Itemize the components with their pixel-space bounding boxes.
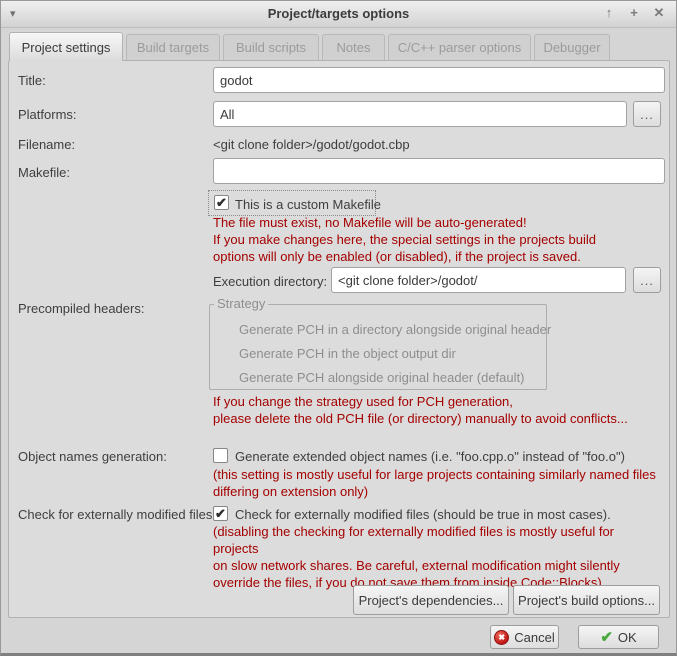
- extended-object-names-checkbox-label[interactable]: Generate extended object names (i.e. "fo…: [235, 449, 625, 464]
- tab-debugger[interactable]: Debugger: [534, 34, 610, 60]
- pch-strategy-radio-alongside-default-label: Generate PCH alongside original header (…: [239, 370, 524, 385]
- ok-check-icon: ✔: [600, 630, 613, 645]
- execution-directory-browse-button[interactable]: ...: [633, 267, 661, 293]
- external-check-checkbox[interactable]: ✔: [213, 506, 228, 521]
- tab-notes[interactable]: Notes: [322, 34, 385, 60]
- title-label: Title:: [18, 73, 46, 88]
- extended-object-names-checkbox[interactable]: [213, 448, 228, 463]
- ok-button-label: OK: [618, 630, 637, 645]
- external-check-warning-text: (disabling the checking for externally m…: [213, 523, 663, 591]
- project-targets-options-dialog: ▾ Project/targets options ↑ + ✕ Project …: [0, 0, 677, 656]
- precompiled-headers-label: Precompiled headers:: [18, 301, 144, 316]
- window-title: Project/targets options: [1, 6, 676, 21]
- maximize-window-icon[interactable]: +: [627, 5, 641, 21]
- pch-strategy-radio-dir-alongside-label: Generate PCH in a directory alongside or…: [239, 322, 551, 337]
- custom-makefile-checkbox-label[interactable]: This is a custom Makefile: [235, 197, 381, 212]
- pch-strategy-group-label: Strategy: [214, 296, 268, 311]
- tab-project-settings[interactable]: Project settings: [9, 32, 123, 61]
- platforms-browse-button[interactable]: ...: [633, 101, 661, 127]
- shade-window-icon[interactable]: ↑: [602, 5, 616, 21]
- platforms-input[interactable]: [213, 101, 627, 127]
- project-build-options-button[interactable]: Project's build options...: [513, 585, 660, 615]
- close-window-icon[interactable]: ✕: [652, 5, 666, 21]
- external-check-label: Check for externally modified files:: [18, 507, 216, 522]
- tab-build-targets[interactable]: Build targets: [126, 34, 220, 60]
- platforms-label: Platforms:: [18, 107, 77, 122]
- cancel-button[interactable]: ✖ Cancel: [490, 625, 559, 649]
- titlebar[interactable]: ▾ Project/targets options ↑ + ✕: [1, 1, 676, 28]
- object-names-label: Object names generation:: [18, 449, 167, 464]
- tab-parser-options[interactable]: C/C++ parser options: [388, 34, 531, 60]
- checkmark-icon: ✔: [215, 507, 226, 520]
- makefile-input[interactable]: [213, 158, 665, 184]
- cancel-button-label: Cancel: [514, 630, 554, 645]
- makefile-warning-text: The file must exist, no Makefile will be…: [213, 214, 653, 265]
- custom-makefile-checkbox[interactable]: ✔: [214, 195, 229, 210]
- checkmark-icon: ✔: [216, 196, 227, 209]
- tab-build-scripts[interactable]: Build scripts: [223, 34, 319, 60]
- filename-value: <git clone folder>/godot/godot.cbp: [213, 137, 410, 152]
- execution-directory-label: Execution directory:: [213, 274, 327, 289]
- pch-strategy-radio-object-output-label: Generate PCH in the object output dir: [239, 346, 456, 361]
- external-check-checkbox-label[interactable]: Check for externally modified files (sho…: [235, 507, 611, 522]
- ok-button[interactable]: ✔ OK: [578, 625, 659, 649]
- object-names-warning-text: (this setting is mostly useful for large…: [213, 466, 663, 500]
- cancel-icon: ✖: [494, 630, 509, 645]
- pch-warning-text: If you change the strategy used for PCH …: [213, 393, 663, 427]
- execution-directory-input[interactable]: [331, 267, 626, 293]
- project-dependencies-button[interactable]: Project's dependencies...: [353, 585, 509, 615]
- filename-label: Filename:: [18, 137, 75, 152]
- title-input[interactable]: [213, 67, 665, 93]
- makefile-label: Makefile:: [18, 165, 70, 180]
